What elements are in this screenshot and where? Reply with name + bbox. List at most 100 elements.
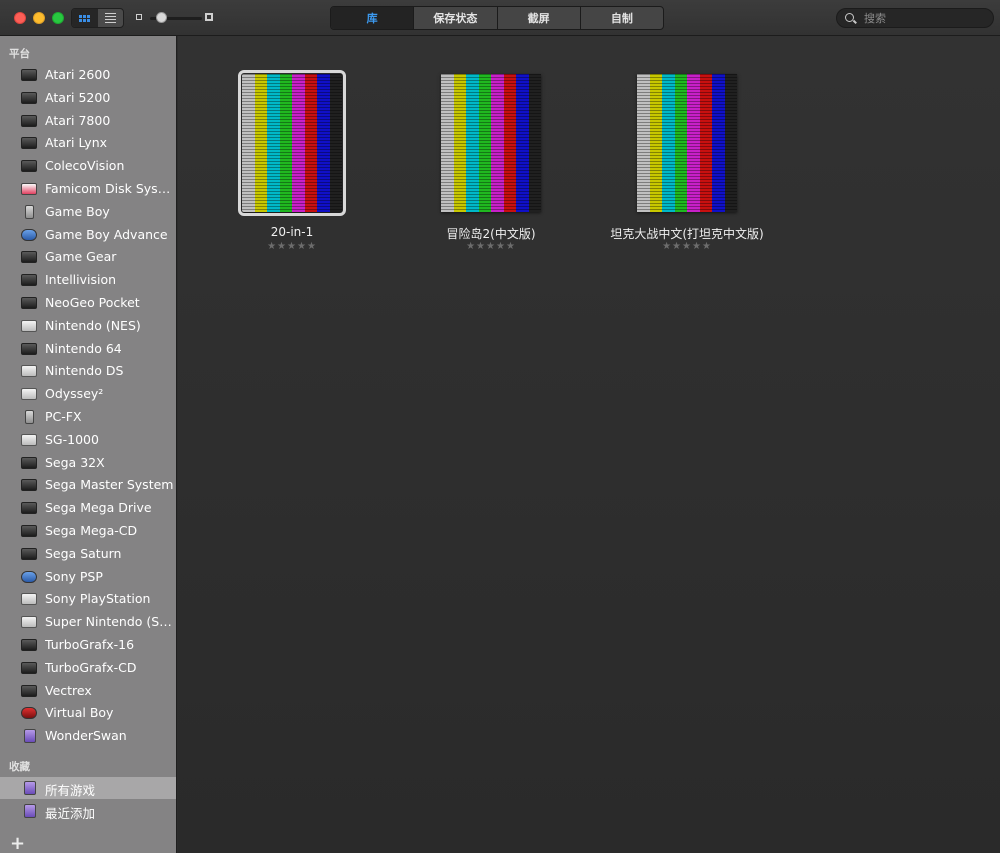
sidebar-item-label: Atari 7800 bbox=[45, 112, 111, 128]
game-title[interactable]: 20-in-1 bbox=[192, 225, 392, 239]
game-cover[interactable] bbox=[238, 70, 346, 216]
large-size-icon bbox=[205, 13, 213, 21]
tab-1[interactable]: 保存状态 bbox=[414, 7, 498, 29]
sidebar-item-label: TurboGrafx-CD bbox=[45, 659, 137, 675]
game-library-grid: 20-in-1 ★★★★★ 冒险岛2(中文版) ★★★★★ 坦克大战中文(打坦克中文版)… bbox=[178, 36, 1000, 853]
sidebar-item-platform[interactable]: Vectrex bbox=[0, 680, 176, 702]
sidebar-item-platform[interactable]: NeoGeo Pocket bbox=[0, 292, 176, 314]
game-rating[interactable]: ★★★★★ bbox=[391, 241, 591, 252]
zoom-window-button[interactable] bbox=[52, 12, 64, 24]
sidebar-item-platform[interactable]: Famicom Disk System bbox=[0, 178, 176, 200]
sidebar-item-platform[interactable]: Sega 32X bbox=[0, 452, 176, 474]
console-icon bbox=[21, 661, 37, 674]
sidebar-item-platform[interactable]: Sega Mega-CD bbox=[0, 520, 176, 542]
console-icon bbox=[21, 433, 37, 446]
sidebar: 平台 收藏 + Atari 2600 Atari 5200 Atari 7800 At… bbox=[0, 36, 177, 853]
sidebar-item-label: 最近添加 bbox=[45, 805, 96, 821]
platform-section-header: 平台 bbox=[9, 48, 30, 60]
console-icon bbox=[21, 342, 37, 355]
game-rating[interactable]: ★★★★★ bbox=[587, 241, 787, 252]
sidebar-item-label: SG-1000 bbox=[45, 431, 99, 447]
sidebar-item-platform[interactable]: Game Boy bbox=[0, 201, 176, 223]
sidebar-item-collection[interactable]: 最近添加 bbox=[0, 800, 176, 822]
search-field[interactable] bbox=[836, 8, 994, 28]
sidebar-item-platform[interactable]: TurboGrafx-CD bbox=[0, 657, 176, 679]
tab-3[interactable]: 自制 bbox=[581, 7, 663, 29]
close-window-button[interactable] bbox=[14, 12, 26, 24]
sidebar-item-label: TurboGrafx-16 bbox=[45, 637, 135, 652]
cover-size-slider[interactable] bbox=[136, 11, 214, 25]
sidebar-item-label: Game Boy Advance bbox=[45, 226, 168, 242]
sidebar-item-label: Sega 32X bbox=[45, 454, 105, 470]
sidebar-item-platform[interactable]: Virtual Boy bbox=[0, 702, 176, 724]
console-icon bbox=[21, 160, 37, 173]
sidebar-item-collection[interactable]: 所有游戏 bbox=[0, 777, 176, 799]
tab-2[interactable]: 截屏 bbox=[498, 7, 581, 29]
sidebar-item-label: Atari Lynx bbox=[45, 135, 108, 151]
sidebar-item-platform[interactable]: Nintendo 64 bbox=[0, 338, 176, 360]
list-icon bbox=[104, 13, 116, 23]
sidebar-item-platform[interactable]: Sega Master System bbox=[0, 474, 176, 496]
game-cover[interactable] bbox=[637, 74, 737, 212]
console-icon bbox=[21, 274, 37, 287]
openemu-window: 库保存状态截屏自制 平台 收藏 + Atari 2600 Atari 5200 At… bbox=[0, 0, 1000, 853]
console-icon bbox=[21, 525, 37, 537]
sidebar-item-platform[interactable]: TurboGrafx-16 bbox=[0, 634, 176, 656]
sidebar-item-label: Famicom Disk System bbox=[45, 181, 175, 196]
collection-icon bbox=[24, 803, 36, 818]
sidebar-item-platform[interactable]: Odyssey² bbox=[0, 383, 176, 405]
sidebar-item-platform[interactable]: Super Nintendo (SNES) bbox=[0, 611, 176, 633]
sidebar-item-platform[interactable]: Nintendo DS bbox=[0, 360, 176, 382]
list-view-button[interactable] bbox=[98, 9, 124, 27]
search-input[interactable] bbox=[864, 11, 984, 26]
library-tabs: 库保存状态 截屏 自制 bbox=[330, 6, 664, 30]
sidebar-item-label: Intellivision bbox=[45, 272, 117, 288]
sidebar-item-platform[interactable]: PC-FX bbox=[0, 406, 176, 428]
sidebar-item-label: Super Nintendo (SNES) bbox=[45, 614, 175, 630]
sidebar-item-label: 所有游戏 bbox=[45, 783, 96, 798]
console-icon bbox=[21, 183, 37, 195]
console-icon bbox=[21, 684, 37, 697]
sidebar-item-label: Sega Saturn bbox=[45, 545, 122, 561]
slider-knob[interactable] bbox=[155, 12, 167, 23]
sidebar-item-label: ColecoVision bbox=[45, 158, 125, 174]
small-size-icon bbox=[136, 14, 142, 20]
sidebar-item-platform[interactable]: Game Gear bbox=[0, 246, 176, 268]
sidebar-item-label: Vectrex bbox=[45, 682, 92, 698]
sidebar-item-label: Sega Master System bbox=[45, 477, 174, 493]
console-icon bbox=[21, 365, 37, 378]
sidebar-item-platform[interactable]: Sega Mega Drive bbox=[0, 497, 176, 519]
sidebar-item-platform[interactable]: Sega Saturn bbox=[0, 543, 176, 565]
game-title[interactable]: 冒险岛2(中文版) bbox=[391, 225, 591, 242]
game-cover[interactable] bbox=[441, 74, 541, 212]
minimize-window-button[interactable] bbox=[33, 12, 45, 24]
sidebar-item-platform[interactable]: SG-1000 bbox=[0, 429, 176, 451]
sidebar-item-label: Atari 2600 bbox=[45, 67, 111, 82]
console-icon bbox=[21, 251, 37, 264]
console-icon bbox=[21, 547, 37, 560]
sidebar-item-platform[interactable]: ColecoVision bbox=[0, 155, 176, 177]
sidebar-item-platform[interactable]: Game Boy Advance bbox=[0, 224, 176, 246]
sidebar-item-platform[interactable]: WonderSwan bbox=[0, 725, 176, 747]
tab-0[interactable]: 库 bbox=[331, 7, 415, 29]
sidebar-item-label: Atari 5200 bbox=[45, 89, 111, 105]
sidebar-item-label: Virtual Boy bbox=[45, 705, 114, 721]
sidebar-item-label: Game Gear bbox=[45, 249, 117, 265]
console-icon bbox=[21, 616, 37, 629]
sidebar-item-platform[interactable]: Atari 7800 bbox=[0, 110, 176, 132]
sidebar-item-platform[interactable]: Atari 5200 bbox=[0, 87, 176, 109]
sidebar-item-platform[interactable]: Sony PSP bbox=[0, 566, 176, 588]
sidebar-item-platform[interactable]: Atari 2600 bbox=[0, 64, 176, 86]
sidebar-item-platform[interactable]: Sony PlayStation bbox=[0, 588, 176, 610]
sidebar-item-label: PC-FX bbox=[45, 409, 82, 424]
sidebar-item-platform[interactable]: Atari Lynx bbox=[0, 132, 176, 154]
grid-view-button[interactable] bbox=[72, 9, 98, 27]
console-icon bbox=[24, 729, 36, 744]
sidebar-item-label: NeoGeo Pocket bbox=[45, 295, 140, 310]
sidebar-item-platform[interactable]: Nintendo (NES) bbox=[0, 315, 176, 337]
sidebar-item-platform[interactable]: Intellivision bbox=[0, 269, 176, 291]
game-rating[interactable]: ★★★★★ bbox=[192, 241, 392, 252]
game-title[interactable]: 坦克大战中文(打坦克中文版) bbox=[587, 225, 787, 242]
add-collection-button[interactable]: + bbox=[10, 833, 25, 853]
grid-icon bbox=[79, 14, 91, 22]
